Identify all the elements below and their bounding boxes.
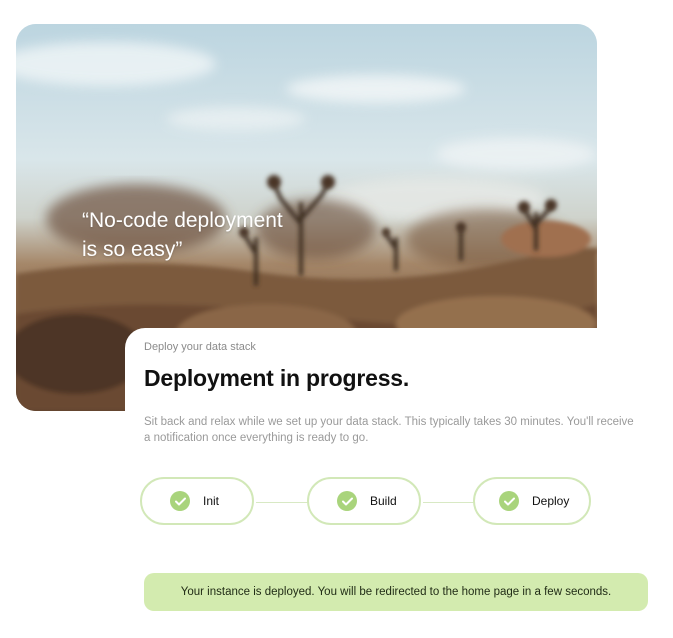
step-deploy[interactable]: Deploy [473, 477, 591, 525]
deployment-stepper: Init Build Deploy [140, 477, 592, 529]
eyebrow-text: Deploy your data stack [144, 341, 256, 353]
page-description: Sit back and relax while we set up your … [144, 416, 634, 444]
check-icon [337, 491, 357, 511]
step-label: Build [370, 494, 397, 508]
quote-line-1: “No-code deployment [82, 209, 283, 232]
check-icon [499, 491, 519, 511]
step-label: Init [203, 494, 220, 508]
check-icon [170, 491, 190, 511]
page-title: Deployment in progress. [144, 365, 410, 391]
success-banner: Your instance is deployed. You will be r… [144, 573, 648, 611]
step-connector [256, 502, 308, 503]
step-label: Deploy [532, 494, 570, 508]
deployment-page: “No-code deployment is so easy” Deploy y… [0, 0, 673, 638]
step-build[interactable]: Build [307, 477, 421, 525]
testimonial-quote: “No-code deployment is so easy” [82, 206, 342, 264]
step-connector [423, 502, 475, 503]
step-init[interactable]: Init [140, 477, 254, 525]
quote-line-2: is so easy” [82, 238, 183, 261]
